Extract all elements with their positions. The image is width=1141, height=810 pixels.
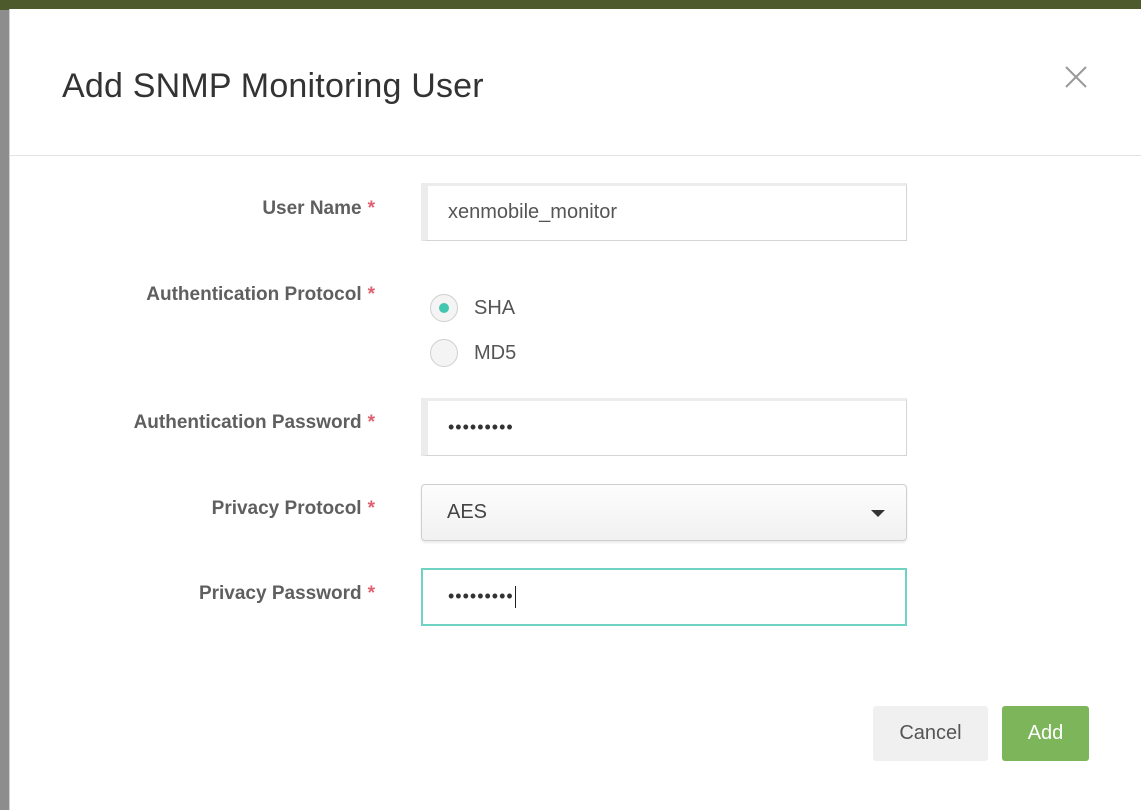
auth-password-label-text: Authentication Password — [133, 412, 362, 433]
auth-protocol-label: Authentication Protocol * — [35, 284, 375, 306]
close-icon — [1065, 66, 1087, 88]
add-button-label: Add — [1027, 722, 1064, 744]
text-cursor — [514, 585, 516, 608]
close-button[interactable] — [1056, 59, 1094, 97]
radio-selected-dot — [439, 303, 449, 313]
privacy-protocol-value: AES — [447, 501, 488, 523]
required-marker: * — [367, 412, 375, 433]
user-name-label: User Name * — [35, 198, 375, 220]
auth-protocol-label-text: Authentication Protocol — [146, 284, 362, 305]
sha-label: SHA — [474, 296, 516, 319]
cancel-button-label: Cancel — [899, 722, 962, 744]
user-name-label-text: User Name — [262, 198, 362, 219]
required-marker: * — [367, 583, 375, 604]
sha-radio[interactable] — [430, 294, 458, 322]
required-marker: * — [367, 498, 375, 519]
add-button[interactable]: Add — [1002, 706, 1089, 761]
md5-label: MD5 — [474, 341, 517, 364]
auth-protocol-option-sha[interactable]: SHA — [430, 292, 515, 324]
dialog-title: Add SNMP Monitoring User — [62, 67, 484, 105]
privacy-protocol-label-text: Privacy Protocol — [211, 498, 362, 519]
auth-password-label: Authentication Password * — [35, 412, 375, 434]
cancel-button[interactable]: Cancel — [873, 706, 988, 761]
add-snmp-user-dialog: Add SNMP Monitoring User User Name * xenm… — [9, 9, 1141, 810]
dialog-header: Add SNMP Monitoring User — [10, 9, 1141, 156]
md5-radio[interactable] — [430, 339, 458, 367]
privacy-protocol-label: Privacy Protocol * — [35, 498, 375, 520]
privacy-password-label: Privacy Password * — [35, 583, 375, 605]
user-name-value: xenmobile_monitor — [448, 201, 617, 223]
privacy-password-input[interactable]: ••••••••• — [421, 568, 907, 626]
auth-protocol-option-md5[interactable]: MD5 — [430, 337, 516, 369]
required-marker: * — [367, 284, 375, 305]
required-marker: * — [367, 198, 375, 219]
chevron-down-icon — [871, 510, 885, 517]
auth-password-value: ••••••••• — [448, 417, 514, 437]
auth-password-input[interactable]: ••••••••• — [421, 398, 907, 456]
privacy-protocol-select[interactable]: AES — [421, 484, 907, 541]
user-name-input[interactable]: xenmobile_monitor — [421, 183, 907, 241]
privacy-password-label-text: Privacy Password — [198, 583, 362, 604]
privacy-password-value: ••••••••• — [448, 586, 514, 606]
